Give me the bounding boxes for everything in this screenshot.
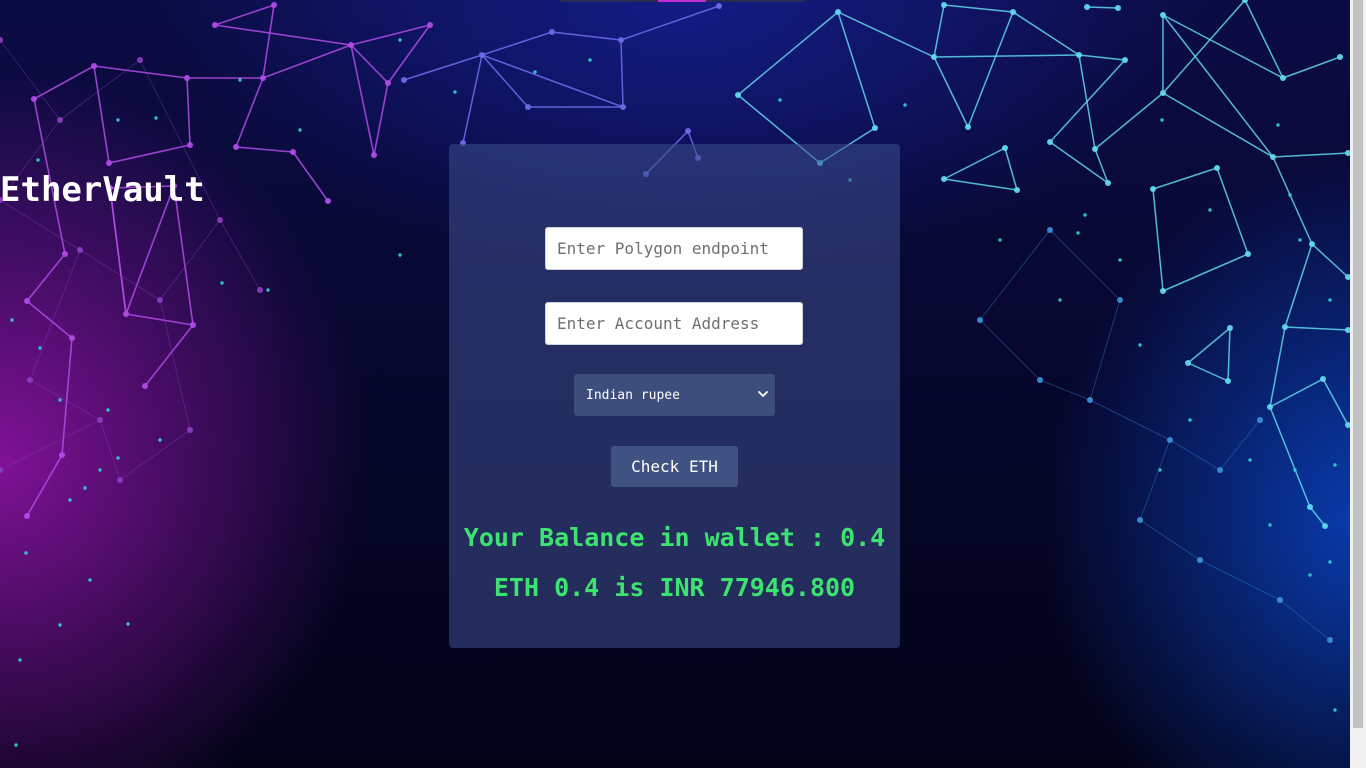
currency-conversion-text: ETH 0.4 is INR 77946.800 — [493, 573, 856, 602]
account-address-input[interactable] — [545, 302, 803, 345]
scrollbar-thumb[interactable] — [1353, 0, 1363, 728]
currency-select[interactable]: Indian rupee — [574, 374, 775, 416]
vertical-scrollbar[interactable] — [1350, 0, 1366, 768]
wallet-balance-text: Your Balance in wallet : 0.4 — [463, 523, 886, 552]
currency-select-wrapper[interactable]: Indian rupee — [574, 374, 775, 416]
polygon-endpoint-input[interactable] — [545, 227, 803, 270]
top-accent-bar — [560, 0, 805, 2]
check-eth-button[interactable]: Check ETH — [611, 446, 738, 487]
